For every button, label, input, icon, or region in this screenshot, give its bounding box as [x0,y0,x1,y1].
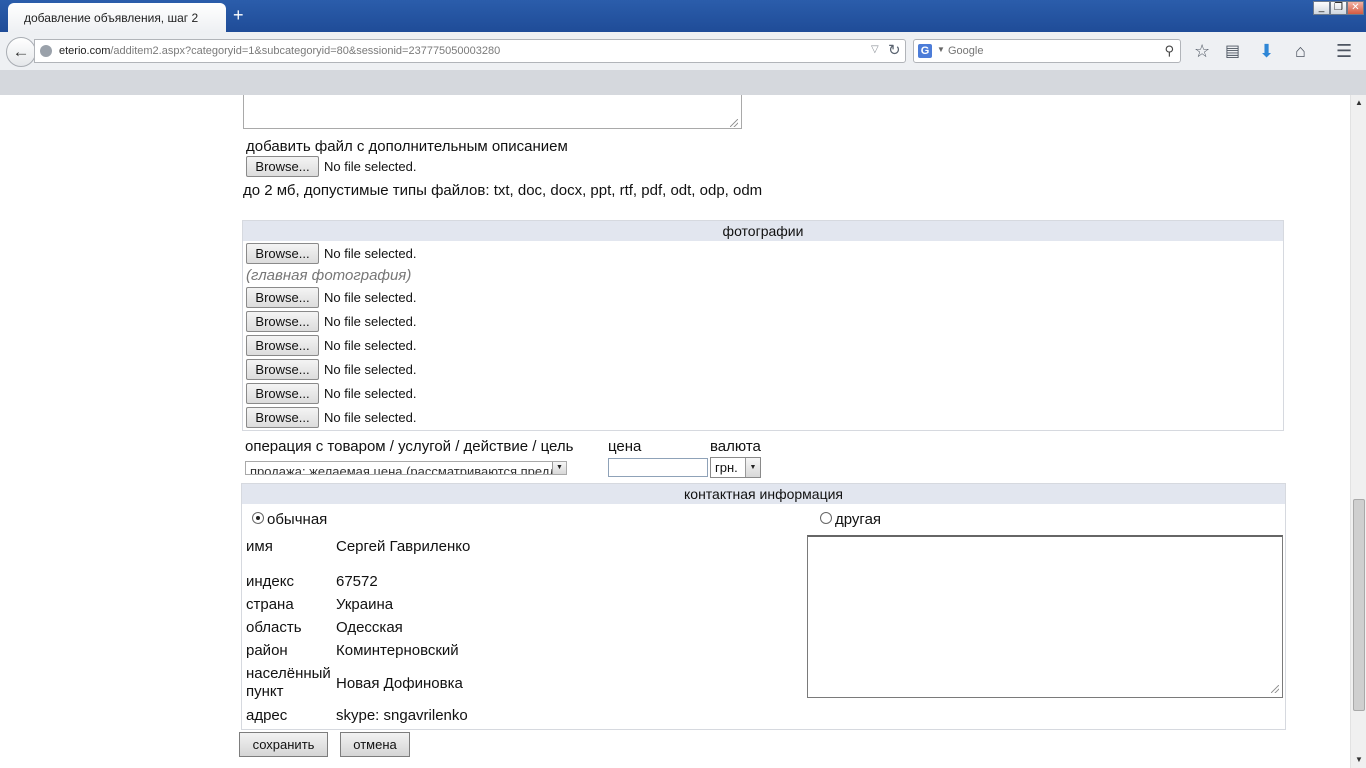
minimize-button[interactable]: _ [1313,1,1330,15]
home-icon[interactable]: ⌂ [1295,41,1306,62]
photo-status-4: No file selected. [324,338,417,353]
browser-tab[interactable]: добавление объявления, шаг 2 [8,3,226,32]
search-bar[interactable]: G ▼ ⚲ [913,39,1181,63]
contact-field-label-locality: населённый пункт [246,665,331,700]
main-photo-note: (главная фотография) [246,267,412,284]
url-history-dropdown-icon[interactable]: ▽ [871,44,879,55]
contact-field-label-country: страна [246,596,294,613]
photo-status-1: No file selected. [324,246,417,261]
restore-button[interactable]: ❐ [1330,1,1347,15]
url-path: /additem2.aspx?categoryid=1&subcategoryi… [110,45,501,57]
contact-field-label-district: район [246,642,288,659]
back-arrow-icon: ← [12,42,30,61]
operation-select[interactable]: продажа: желаемая цена (рассматриваются … [245,461,567,475]
currency-select[interactable]: грн. ▼ [710,457,761,478]
page-viewport: добавить файл с дополнительным описанием… [0,95,1350,768]
photo-browse-button-3[interactable]: Browse... [246,311,319,332]
cancel-button[interactable]: отмена [340,732,410,757]
photo-browse-button-7[interactable]: Browse... [246,407,319,428]
additional-file-status: No file selected. [324,159,417,174]
photo-status-6: No file selected. [324,386,417,401]
resize-grip-icon[interactable] [730,119,738,127]
scroll-up-arrow-icon[interactable]: ▲ [1351,95,1366,111]
url-bar[interactable]: eterio.com/additem2.aspx?categoryid=1&su… [34,39,906,63]
bookmarks-list-icon[interactable]: ▤ [1225,41,1240,61]
reload-icon[interactable]: ↻ [888,41,901,59]
chevron-down-icon[interactable]: ▼ [745,458,760,477]
photo-browse-button-5[interactable]: Browse... [246,359,319,380]
photo-status-5: No file selected. [324,362,417,377]
contact-regular-label: обычная [267,511,328,528]
search-engine-dropdown-icon[interactable]: ▼ [937,45,945,54]
contact-field-value-district: Коминтерновский [336,642,459,659]
file-types-hint: до 2 мб, допустимые типы файлов: txt, do… [243,182,763,199]
google-icon[interactable]: G [918,44,932,58]
save-button[interactable]: сохранить [239,732,328,757]
additional-file-browse-button[interactable]: Browse... [246,156,319,177]
photo-browse-button-1[interactable]: Browse... [246,243,319,264]
photo-status-7: No file selected. [324,410,417,425]
photo-browse-button-4[interactable]: Browse... [246,335,319,356]
bookmarks-bar [0,70,1366,95]
contact-field-value-address: skype: sngavrilenko [336,707,468,724]
new-tab-button[interactable]: + [233,6,244,24]
contact-field-value-index: 67572 [336,573,378,590]
contact-field-value-name: Сергей Гавриленко [336,538,471,555]
photo-browse-button-6[interactable]: Browse... [246,383,319,404]
scroll-down-arrow-icon[interactable]: ▼ [1351,752,1366,768]
page-scrollbar[interactable]: ▲ ▼ [1350,95,1366,768]
search-input[interactable] [948,43,1158,59]
operation-label: операция с товаром / услугой / действие … [245,438,574,455]
contact-field-value-country: Украина [336,596,394,613]
photo-status-2: No file selected. [324,290,417,305]
contact-field-label-region: область [246,619,302,636]
search-icon[interactable]: ⚲ [1164,43,1174,59]
resize-grip-icon[interactable] [1271,685,1279,693]
currency-selected-value: грн. [715,460,738,475]
scrollbar-thumb[interactable] [1353,499,1365,711]
photos-header: фотографии [243,221,1283,241]
contact-other-radio[interactable] [820,512,832,524]
contact-field-label-name: имя [246,538,273,555]
url-host: eterio.com [59,45,111,57]
currency-label: валюта [710,438,761,455]
other-contact-textarea[interactable] [807,535,1283,698]
chevron-down-icon[interactable]: ▼ [552,462,566,474]
price-input[interactable] [608,458,708,477]
back-button[interactable]: ← [6,37,36,67]
tab-title: добавление объявления, шаг 2 [24,11,199,25]
contact-field-label-address: адрес [246,707,288,724]
downloads-icon[interactable]: ⬇ [1259,41,1274,62]
price-label: цена [608,438,642,455]
photo-browse-button-2[interactable]: Browse... [246,287,319,308]
menu-icon[interactable]: ☰ [1336,41,1352,62]
contact-regular-radio[interactable] [252,512,264,524]
contact-field-value-locality: Новая Дофиновка [336,675,463,692]
window-titlebar: добавление объявления, шаг 2 + _ ❐ ✕ [0,0,1366,32]
contact-field-label-index: индекс [246,573,294,590]
description-textarea[interactable] [243,95,742,129]
contact-other-label: другая [835,511,882,528]
operation-selected-value: продажа: желаемая цена (рассматриваются … [250,464,566,475]
photo-status-3: No file selected. [324,314,417,329]
contact-header: контактная информация [242,484,1285,504]
additional-file-label: добавить файл с дополнительным описанием [246,138,568,155]
globe-icon [40,45,52,57]
close-window-button[interactable]: ✕ [1347,1,1364,15]
bookmark-star-icon[interactable]: ☆ [1194,41,1210,62]
contact-field-value-region: Одесская [336,619,403,636]
